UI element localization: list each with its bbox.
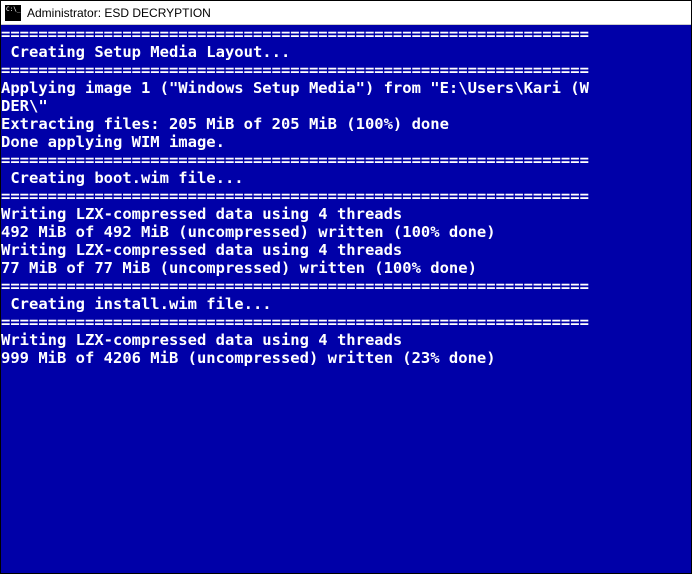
cmd-icon	[5, 5, 21, 21]
console-line: ========================================…	[1, 313, 691, 331]
window-title: Administrator: ESD DECRYPTION	[27, 6, 211, 20]
console-line: DER\"	[1, 97, 691, 115]
console-line: 77 MiB of 77 MiB (uncompressed) written …	[1, 259, 691, 277]
console-line: Creating install.wim file...	[1, 295, 691, 313]
titlebar[interactable]: Administrator: ESD DECRYPTION	[1, 1, 691, 25]
console-line: Applying image 1 ("Windows Setup Media")…	[1, 79, 691, 97]
console-line: Writing LZX-compressed data using 4 thre…	[1, 205, 691, 223]
console-line: Creating Setup Media Layout...	[1, 43, 691, 61]
console-line: ========================================…	[1, 151, 691, 169]
cmd-window: Administrator: ESD DECRYPTION ==========…	[0, 0, 692, 574]
console-line: Writing LZX-compressed data using 4 thre…	[1, 331, 691, 349]
console-line: Done applying WIM image.	[1, 133, 691, 151]
console-line: 999 MiB of 4206 MiB (uncompressed) writt…	[1, 349, 691, 367]
console-line: ========================================…	[1, 277, 691, 295]
console-line: 492 MiB of 492 MiB (uncompressed) writte…	[1, 223, 691, 241]
console-line: ========================================…	[1, 187, 691, 205]
console-line: ========================================…	[1, 25, 691, 43]
console-output: ========================================…	[1, 25, 691, 573]
console-line: Extracting files: 205 MiB of 205 MiB (10…	[1, 115, 691, 133]
console-line: Writing LZX-compressed data using 4 thre…	[1, 241, 691, 259]
console-line: ========================================…	[1, 61, 691, 79]
console-line: Creating boot.wim file...	[1, 169, 691, 187]
